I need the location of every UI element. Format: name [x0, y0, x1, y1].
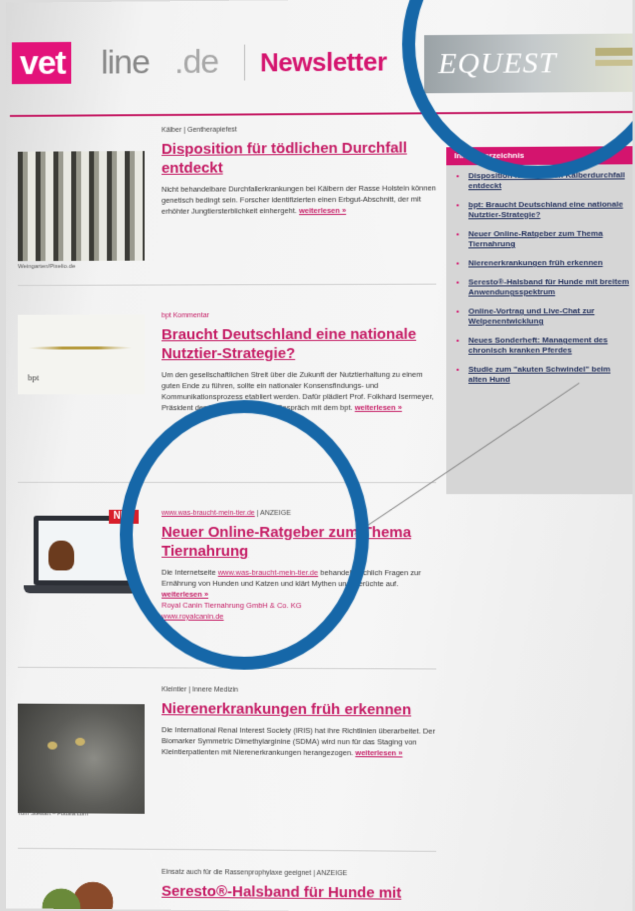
- article-title[interactable]: Seresto®-Halsband für Hunde mit: [162, 882, 442, 903]
- article-kicker: bpt Kommentar: [161, 312, 210, 320]
- logo-vet[interactable]: vet: [11, 41, 72, 85]
- article-text: Nicht behandelbare Durchfallerkrankungen…: [162, 182, 442, 216]
- article-title[interactable]: Nierenerkrankungen früh erkennen: [162, 699, 442, 719]
- article-image-bpt[interactable]: bpt: [17, 314, 145, 395]
- dog-image: [48, 540, 75, 571]
- cat-eye: [47, 741, 58, 750]
- article-body: Einsatz auch für die Rassenprophylaxe ge…: [162, 869, 442, 909]
- read-more-link[interactable]: weiterlesen »: [299, 206, 346, 215]
- laptop-base: [23, 585, 143, 594]
- image-caption: Weingarten/Pixelio.de: [17, 263, 76, 271]
- article-item: Weingarten/Pixelio.de Kälber | Gentherap…: [17, 126, 436, 276]
- article-item: Tom Stewart – Fotolia.com Kleintier | In…: [17, 686, 436, 826]
- bpt-swoosh: [27, 346, 133, 350]
- highlight-circle-advert: [119, 399, 370, 671]
- toc-item[interactable]: Online-Vortrag und Live-Chat zur Welpene…: [456, 306, 629, 327]
- newsletter-title: Newsletter: [260, 46, 387, 78]
- logo-line[interactable]: line: [101, 41, 150, 83]
- article-kicker: Kälber | Gentherapiefest: [161, 126, 237, 134]
- toc-item[interactable]: Neuer Online-Ratgeber zum Thema Tiernahr…: [456, 229, 629, 250]
- read-more-link[interactable]: weiterlesen »: [355, 403, 402, 412]
- toc-item[interactable]: Studie zum "akuten Schwindel" beim alten…: [456, 364, 629, 384]
- article-kicker: Kleintier | Innere Medizin: [161, 686, 239, 694]
- article-kicker: Einsatz auch für die Rassenprophylaxe ge…: [161, 868, 348, 878]
- cat-eye: [75, 737, 86, 746]
- article-item: Einsatz auch für die Rassenprophylaxe ge…: [18, 858, 436, 911]
- logo-domain[interactable]: .de: [174, 41, 218, 83]
- toc-item[interactable]: Seresto®-Halsband für Hunde mit breitem …: [456, 277, 629, 298]
- logo-divider: [244, 44, 246, 81]
- article-image-seresto[interactable]: [37, 877, 117, 911]
- article-body: Kleintier | Innere Medizin Nierenerkrank…: [162, 686, 442, 758]
- toc-item[interactable]: bpt: Braucht Deutschland eine nationale …: [456, 200, 629, 221]
- article-body: bpt Kommentar Braucht Deutschland eine n…: [162, 312, 442, 413]
- laptop-display: [38, 520, 128, 581]
- toc-item[interactable]: Neues Sonderheft: Management des chronis…: [456, 335, 629, 355]
- article-image-cat[interactable]: [17, 703, 145, 814]
- bpt-logo: bpt: [27, 372, 40, 383]
- table-of-contents: Inhaltsverzeichnis Disposition für tödli…: [446, 146, 633, 495]
- article-title[interactable]: Braucht Deutschland eine nationale Nutzt…: [162, 325, 442, 364]
- article-divider: [17, 283, 437, 286]
- newsletter-page: vet line .de Newsletter EQUEST Weingarte…: [5, 0, 633, 911]
- article-title[interactable]: Disposition für tödlichen Durchfall entd…: [162, 138, 442, 178]
- laptop-screen: [33, 515, 133, 586]
- image-caption: Tom Stewart – Fotolia.com: [17, 810, 89, 818]
- article-body: Kälber | Gentherapiefest Disposition für…: [162, 125, 442, 216]
- toc-list: Disposition für tödlichen Kälberdurchfal…: [446, 164, 632, 385]
- toc-item[interactable]: Nierenerkrankungen früh erkennen: [456, 258, 629, 269]
- article-divider: [17, 847, 437, 852]
- read-more-link[interactable]: weiterlesen »: [355, 748, 402, 757]
- article-text: Die International Renal Interest Society…: [162, 724, 442, 758]
- article-image-barn[interactable]: [17, 150, 145, 262]
